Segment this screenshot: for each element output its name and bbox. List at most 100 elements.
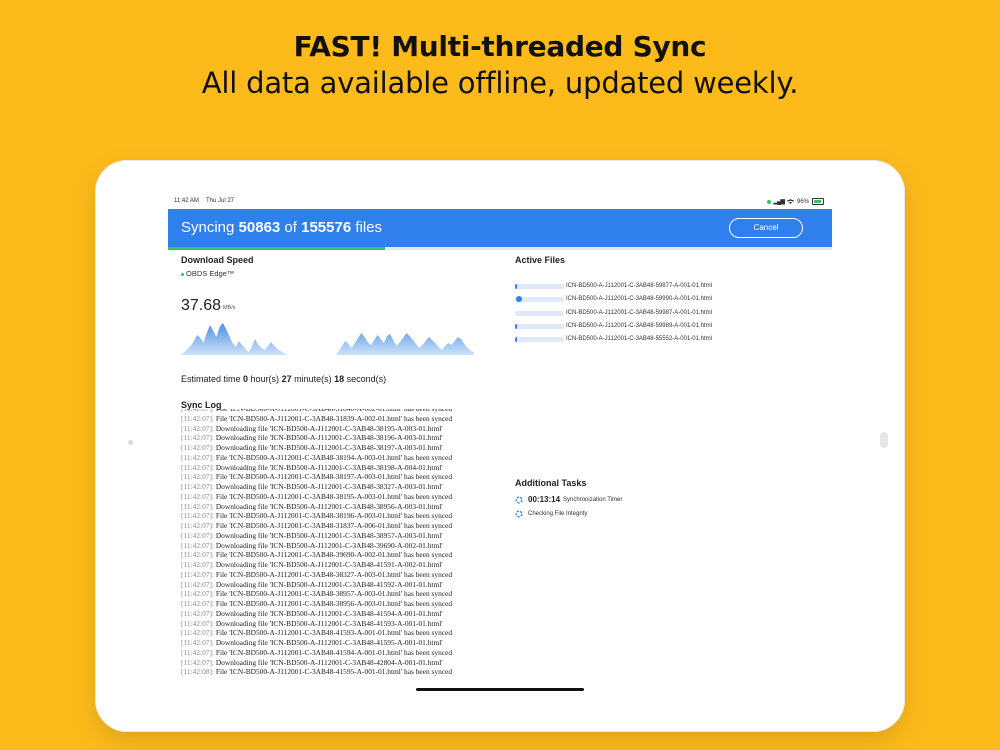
estimated-time: Estimated time 0 hour(s) 27 minute(s) 18… (181, 374, 386, 384)
log-message: File 'ICN-BD500-A-J112001-C-3AB48-38195-… (215, 491, 453, 501)
log-message: Downloading file 'ICN-BD500-A-J112001-C-… (215, 638, 443, 647)
log-message: File 'ICN-BD500-A-J112001-C-3AB48-31839-… (215, 413, 453, 423)
active-file-name: ICN-BD500-A-J112001-C-3AB48-59990-A-001-… (566, 296, 712, 303)
log-entry: [11:42:07]: File 'ICN-BD500-A-J112001-C-… (181, 414, 481, 424)
tablet-home-button (880, 432, 888, 448)
cancel-button[interactable]: Cancel (729, 218, 803, 238)
log-timestamp: [11:42:07]: (181, 443, 214, 452)
log-timestamp: [11:42:07]: (181, 550, 214, 560)
location-indicator-icon (766, 199, 771, 204)
sync-title-prefix: Syncing (181, 219, 239, 236)
log-message: File 'ICN-BD500-A-J112001-C-3AB48-38957-… (215, 589, 453, 599)
log-timestamp: [11:42:07]: (181, 462, 214, 472)
est-label: Estimated time (181, 374, 244, 384)
log-entry: [11:42:07]: File 'ICN-BD500-A-J112001-C-… (181, 453, 481, 463)
log-entry: [11:42:07]: Downloading file 'ICN-BD500-… (181, 482, 481, 492)
log-entry: [11:42:08]: File 'ICN-BD500-A-J112001-C-… (181, 667, 481, 677)
log-message: File 'ICN-BD500-A-J112001-C-3AB48-38194-… (215, 452, 453, 462)
sync-header: Syncing 50863 of 155576 files Cancel (168, 209, 832, 247)
log-entry: [11:42:07]: Downloading file 'ICN-BD500-… (181, 609, 481, 619)
log-entry: [11:42:07]: Downloading file 'ICN-BD500-… (181, 560, 481, 570)
log-entry: [11:42:07]: Downloading file 'ICN-BD500-… (181, 502, 481, 512)
status-bar: 11:42 AM Thu Jul 27 ▂▄▆ 96% (168, 193, 832, 209)
log-timestamp: [11:42:07]: (181, 521, 214, 530)
log-message: Downloading file 'ICN-BD500-A-J112001-C-… (215, 530, 443, 540)
file-progress-fill (515, 337, 517, 343)
log-timestamp: [11:42:07]: (181, 647, 214, 657)
log-message: Downloading file 'ICN-BD500-A-J112001-C-… (215, 560, 443, 569)
log-timestamp: [11:42:07]: (181, 579, 214, 589)
log-timestamp: [11:42:07]: (181, 540, 214, 550)
status-indicators: ▂▄▆ 96% (766, 198, 824, 205)
log-timestamp: [11:42:07]: (181, 657, 214, 667)
log-entry: [11:42:07]: Downloading file 'ICN-BD500-… (181, 619, 481, 629)
log-message: Downloading file 'ICN-BD500-A-J112001-C-… (215, 501, 443, 511)
log-message: Downloading file 'ICN-BD500-A-J112001-C-… (215, 540, 443, 550)
est-hours-label: hour(s) (248, 374, 282, 384)
log-message: File 'ICN-BD500-A-J112001-C-3AB48-41593-… (215, 628, 453, 638)
active-file-row: ICN-BD500-A-J112001-C-3AB48-59877-A-001-… (515, 283, 815, 291)
file-progress-fill (515, 284, 518, 289)
task-file-integrity: Checking File Integrity (515, 510, 587, 518)
log-timestamp: [11:42:07]: (181, 511, 214, 521)
log-timestamp: [11:42:07]: (181, 530, 214, 540)
log-message: Downloading file 'ICN-BD500-A-J112001-C-… (215, 608, 443, 618)
log-message: File 'ICN-BD500-A-J112001-C-3AB48-41595-… (215, 667, 453, 677)
log-message: File 'ICN-BD500-A-J112001-C-3AB48-31837-… (215, 521, 453, 530)
log-timestamp: [11:42:07]: (181, 501, 214, 511)
tablet-camera (128, 440, 133, 445)
log-entry: [11:42:07]: Downloading file 'ICN-BD500-… (181, 443, 481, 453)
sync-title-of: of (280, 219, 302, 236)
log-message: File 'ICN-BD500-A-J112001-C-3AB48-31840-… (216, 409, 452, 413)
file-progress-bar (515, 310, 564, 316)
log-message: Downloading file 'ICN-BD500-A-J112001-C-… (215, 433, 443, 443)
log-timestamp: [11:42:07]: (181, 413, 214, 423)
log-timestamp: [11:42:07]: (181, 638, 214, 647)
log-message: Downloading file 'ICN-BD500-A-J112001-C-… (215, 657, 443, 667)
task-timer-label: Synchronization Timer (563, 496, 623, 503)
log-entry: [11:42:07]: Downloading file 'ICN-BD500-… (181, 463, 481, 473)
log-entry: [11:42:07]: File 'ICN-BD500-A-J112001-C-… (181, 648, 481, 658)
log-message: File 'ICN-BD500-A-J112001-C-3AB48-39690-… (215, 550, 453, 560)
active-file-name: ICN-BD500-A-J112001-C-3AB48-59989-A-001-… (566, 322, 712, 329)
est-minutes-label: minute(s) (291, 374, 335, 384)
status-date: Thu Jul 27 (206, 198, 235, 204)
battery-icon (812, 198, 824, 205)
log-timestamp: [11:42:08]: (181, 667, 214, 677)
log-entry: [11:42:07]: Downloading file 'ICN-BD500-… (181, 541, 481, 551)
log-entry: [11:42:07]: Downloading file 'ICN-BD500-… (181, 531, 481, 541)
log-entry: [11:42:07]: Downloading file 'ICN-BD500-… (181, 580, 481, 590)
log-entry: [11:42:07]: File 'ICN-BD500-A-J112001-C-… (181, 589, 481, 599)
log-timestamp: [11:42:07]: (181, 589, 214, 599)
log-entry: [11:42:07]: Downloading file 'ICN-BD500-… (181, 658, 481, 668)
sync-log[interactable]: [11:42:07]: File 'ICN-BD500-A-J112001-C-… (181, 409, 481, 683)
est-seconds: 18 (334, 374, 345, 384)
total-count: 155576 (301, 219, 352, 236)
battery-percent: 96% (796, 198, 809, 205)
download-source-label: OBDS Edge™ (186, 269, 235, 278)
signal-icon: ▂▄▆ (773, 199, 786, 205)
source-status-dot-icon (181, 272, 184, 276)
log-entry: [11:42:07]: Downloading file 'ICN-BD500-… (181, 424, 481, 434)
log-timestamp: [11:42:07]: (181, 569, 214, 579)
app-screen: 11:42 AM Thu Jul 27 ▂▄▆ 96% Syncing 5086… (168, 193, 832, 695)
active-file-row: ICN-BD500-A-J112001-C-3AB48-55552-A-001-… (515, 336, 815, 344)
active-files-heading: Active Files (515, 255, 566, 265)
sync-title: Syncing 50863 of 155576 files (181, 219, 382, 236)
log-entry: [11:42:07]: File 'ICN-BD500-A-J112001-C-… (181, 628, 481, 638)
log-timestamp: [11:42:07]: (181, 599, 214, 608)
file-progress-bar (515, 323, 564, 329)
file-progress-bar (515, 337, 564, 343)
log-entry: [11:42:07]: Downloading file 'ICN-BD500-… (181, 433, 481, 443)
hero-subtitle: All data available offline, updated week… (201, 66, 799, 100)
task-sync-timer: 00:13:14 Synchronization Timer (515, 495, 622, 504)
log-message: File 'ICN-BD500-A-J112001-C-3AB48-38197-… (215, 472, 453, 482)
log-timestamp: [11:42:07]: (181, 482, 214, 491)
speed-chart (181, 323, 474, 355)
log-entry: [11:42:07]: File 'ICN-BD500-A-J112001-C-… (181, 472, 481, 482)
log-timestamp: [11:42:07]: (181, 433, 214, 443)
home-indicator[interactable] (416, 688, 584, 691)
log-message: Downloading file 'ICN-BD500-A-J112001-C-… (215, 423, 443, 433)
log-entry: [11:42:07]: File 'ICN-BD500-A-J112001-C-… (181, 550, 481, 560)
log-message: Downloading file 'ICN-BD500-A-J112001-C-… (215, 618, 443, 628)
